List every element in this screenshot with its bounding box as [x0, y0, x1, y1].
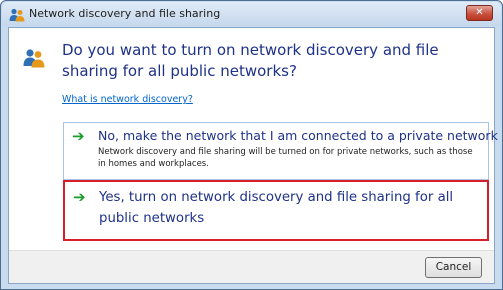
window-title: Network discovery and file sharing — [29, 7, 221, 20]
green-arrow-icon: ➔ — [72, 127, 85, 145]
option-title: Yes, turn on network discovery and file … — [99, 190, 454, 226]
close-button[interactable]: ✕ — [466, 5, 493, 21]
green-arrow-icon: ➔ — [73, 188, 86, 206]
dialog-footer: Cancel — [9, 250, 494, 283]
dialog-window: Network discovery and file sharing ✕ Do … — [0, 0, 503, 290]
option-private-network[interactable]: ➔ No, make the network that I am connect… — [63, 122, 498, 180]
network-users-icon — [23, 48, 45, 68]
network-users-icon — [9, 7, 25, 22]
help-link[interactable]: What is network discovery? — [62, 94, 193, 105]
dialog-content: Do you want to turn on network discovery… — [8, 27, 498, 284]
title-bar[interactable]: Network discovery and file sharing ✕ — [2, 2, 501, 26]
option-description: Network discovery and file sharing will … — [98, 147, 473, 169]
option-public-networks[interactable]: ➔ Yes, turn on network discovery and fil… — [63, 180, 489, 241]
dialog-question: Do you want to turn on network discovery… — [62, 41, 439, 80]
option-title: No, make the network that I am connected… — [98, 128, 498, 143]
cancel-button[interactable]: Cancel — [425, 257, 482, 278]
